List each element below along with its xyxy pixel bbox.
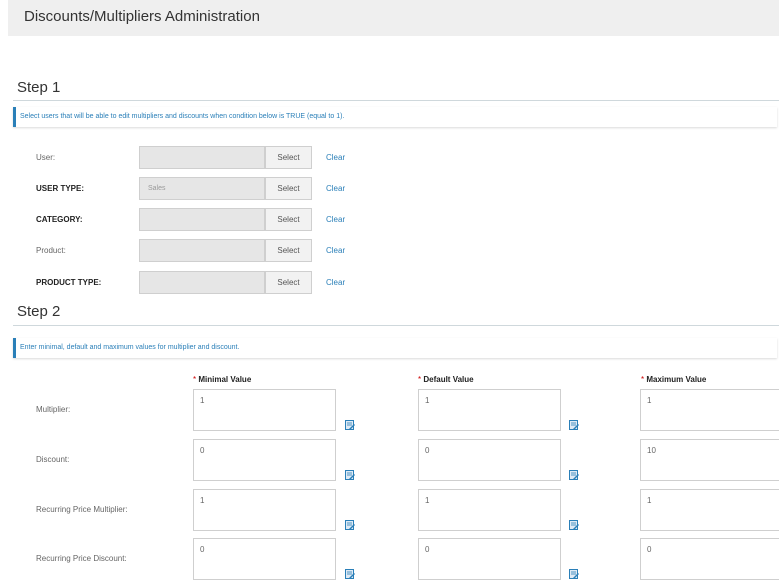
edit-icon[interactable] (345, 569, 355, 579)
required-mark: * (193, 375, 197, 384)
user-type-field[interactable]: Sales (139, 177, 265, 200)
category-select-button[interactable]: Select (265, 208, 312, 231)
minimal-value-header: * Minimal Value (193, 375, 251, 384)
recurring-price-multiplier-label: Recurring Price Multiplier: (36, 505, 128, 514)
step1-title: Step 1 (17, 79, 61, 96)
product-type-select-button[interactable]: Select (265, 271, 312, 294)
page-title: Discounts/Multipliers Administration (24, 8, 260, 25)
default-value-header-label: Default Value (423, 375, 474, 384)
recurring-discount-min-input[interactable]: 0 (193, 538, 336, 580)
user-type-label: USER TYPE: (36, 184, 85, 193)
step2-title: Step 2 (17, 303, 61, 320)
step1-info: Select users that will be able to edit m… (13, 107, 777, 127)
recurring-multiplier-min-input[interactable]: 1 (193, 489, 336, 531)
recurring-discount-max-input[interactable]: 0 (640, 538, 779, 580)
edit-icon[interactable] (569, 420, 579, 430)
minimal-value-header-label: Minimal Value (198, 375, 252, 384)
page-header: Discounts/Multipliers Administration (8, 0, 779, 36)
edit-icon[interactable] (569, 470, 579, 480)
product-field[interactable] (139, 239, 265, 262)
discount-default-input[interactable]: 0 (418, 439, 561, 481)
recurring-price-discount-label: Recurring Price Discount: (36, 554, 127, 563)
category-label: CATEGORY: (36, 215, 83, 224)
recurring-multiplier-max-input[interactable]: 1 (640, 489, 779, 531)
required-mark: * (641, 375, 645, 384)
user-type-select-button[interactable]: Select (265, 177, 312, 200)
edit-icon[interactable] (345, 520, 355, 530)
edit-icon[interactable] (345, 470, 355, 480)
product-type-label: PRODUCT TYPE: (36, 278, 102, 287)
user-label: User: (36, 153, 56, 162)
discount-min-input[interactable]: 0 (193, 439, 336, 481)
product-clear-link[interactable]: Clear (326, 246, 345, 255)
default-value-header: * Default Value (418, 375, 474, 384)
discount-max-input[interactable]: 10 (640, 439, 779, 481)
required-mark: * (418, 375, 422, 384)
multiplier-min-input[interactable]: 1 (193, 389, 336, 431)
edit-icon[interactable] (569, 569, 579, 579)
product-type-field[interactable] (139, 271, 265, 294)
category-clear-link[interactable]: Clear (326, 215, 345, 224)
step2-divider (13, 325, 779, 326)
user-type-clear-link[interactable]: Clear (326, 184, 345, 193)
edit-icon[interactable] (345, 420, 355, 430)
product-type-clear-link[interactable]: Clear (326, 278, 345, 287)
step2-info: Enter minimal, default and maximum value… (13, 338, 777, 358)
recurring-discount-default-input[interactable]: 0 (418, 538, 561, 580)
category-field[interactable] (139, 208, 265, 231)
product-label: Product: (36, 246, 66, 255)
recurring-multiplier-default-input[interactable]: 1 (418, 489, 561, 531)
maximum-value-header: * Maximum Value (641, 375, 706, 384)
maximum-value-header-label: Maximum Value (646, 375, 707, 384)
step1-divider (13, 100, 779, 101)
user-field[interactable] (139, 146, 265, 169)
multiplier-default-input[interactable]: 1 (418, 389, 561, 431)
edit-icon[interactable] (569, 520, 579, 530)
product-select-button[interactable]: Select (265, 239, 312, 262)
discount-label: Discount: (36, 455, 70, 464)
multiplier-max-input[interactable]: 1 (640, 389, 779, 431)
user-clear-link[interactable]: Clear (326, 153, 345, 162)
user-select-button[interactable]: Select (265, 146, 312, 169)
multiplier-label: Multiplier: (36, 405, 71, 414)
